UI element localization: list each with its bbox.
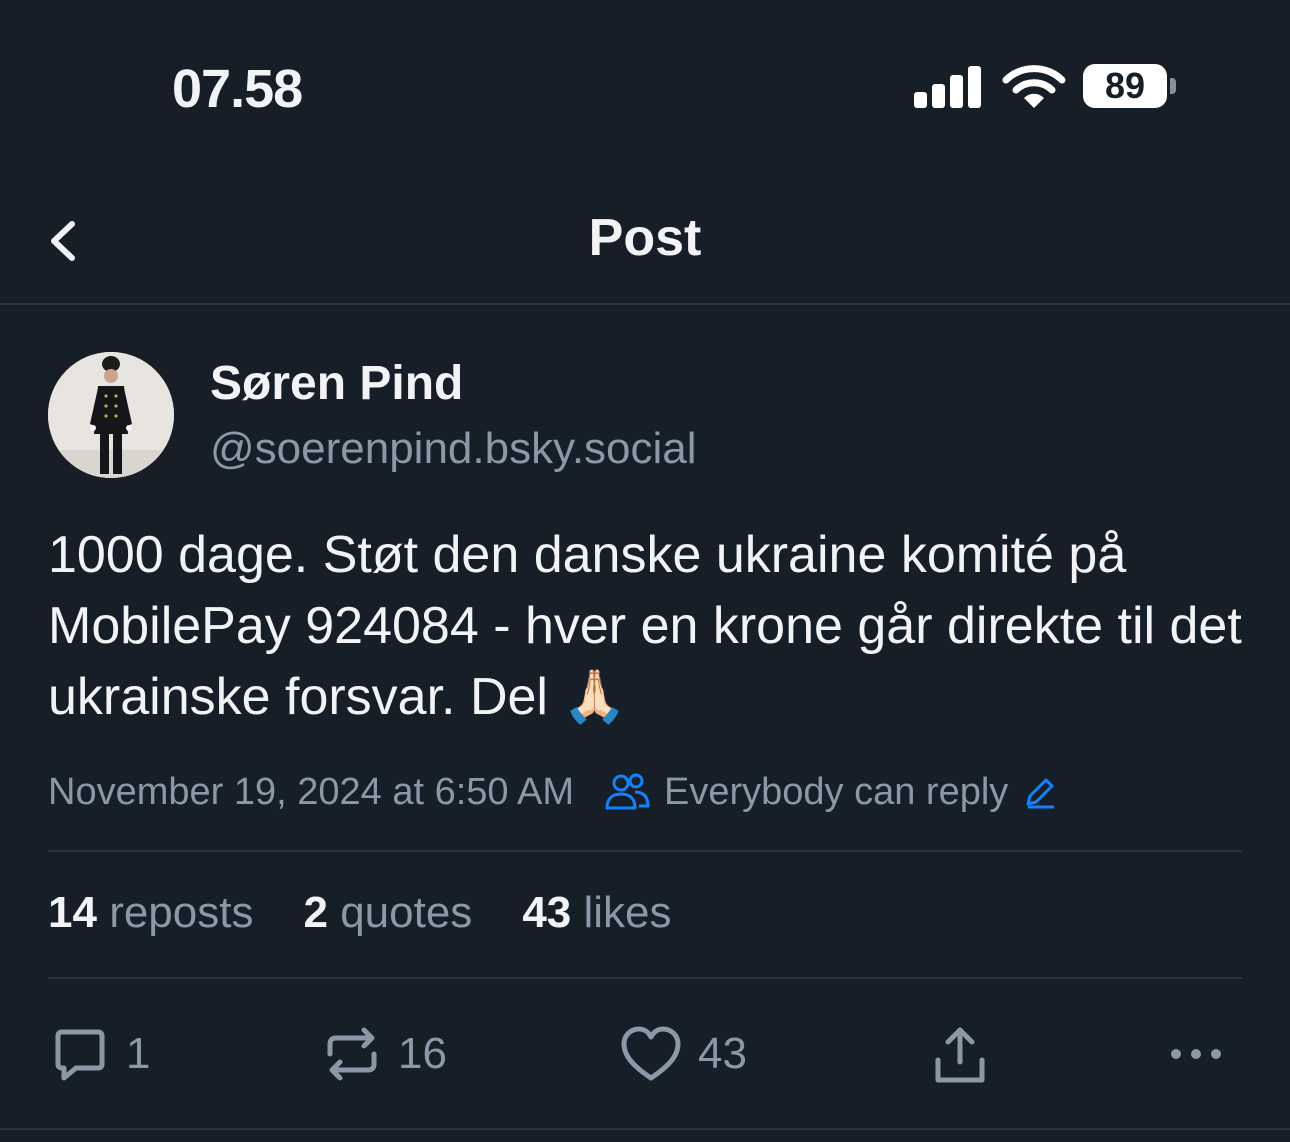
post-header: Post bbox=[0, 180, 1290, 305]
cellular-signal-icon bbox=[914, 66, 982, 108]
reply-button[interactable]: 1 bbox=[50, 1014, 150, 1094]
edit-pencil-icon[interactable] bbox=[1022, 774, 1058, 810]
reply-count: 1 bbox=[126, 1029, 151, 1078]
quotes-label: quotes bbox=[340, 888, 473, 937]
avatar[interactable] bbox=[48, 352, 174, 478]
quotes-stat[interactable]: 2 quotes bbox=[303, 888, 472, 938]
more-dots-icon bbox=[1171, 1049, 1221, 1059]
post-text: 1000 dage. Støt den danske ukraine komit… bbox=[48, 526, 1242, 726]
likes-label: likes bbox=[583, 888, 672, 937]
reposts-stat[interactable]: 14 reposts bbox=[48, 888, 253, 938]
wifi-icon bbox=[1002, 65, 1066, 108]
reply-bubble-icon bbox=[55, 1029, 105, 1081]
share-button[interactable] bbox=[928, 1014, 992, 1094]
post-meta: November 19, 2024 at 6:50 AM Everybody c… bbox=[48, 766, 1058, 818]
post-actions: 1 16 43 bbox=[0, 1014, 1290, 1094]
like-button[interactable]: 43 bbox=[620, 1014, 747, 1094]
status-bar: 07.58 89 bbox=[0, 0, 1290, 180]
repost-icon bbox=[327, 1027, 377, 1081]
author-name[interactable]: Søren Pind bbox=[210, 356, 463, 411]
repost-button[interactable]: 16 bbox=[322, 1014, 447, 1094]
post-stats: 14 reposts 2 quotes 43 likes bbox=[48, 888, 722, 938]
page-title: Post bbox=[588, 209, 702, 267]
heart-icon bbox=[621, 1026, 681, 1081]
battery-level: 89 bbox=[1104, 65, 1146, 106]
repost-count: 16 bbox=[398, 1029, 447, 1078]
reposts-count: 14 bbox=[48, 888, 97, 937]
divider bbox=[48, 850, 1242, 852]
author-handle[interactable]: @soerenpind.bsky.social bbox=[210, 424, 697, 474]
battery-indicator: 89 bbox=[1083, 64, 1167, 108]
likes-count: 43 bbox=[522, 888, 572, 937]
likes-stat[interactable]: 43 likes bbox=[522, 888, 671, 938]
more-options-button[interactable] bbox=[1166, 1014, 1226, 1094]
people-icon bbox=[605, 773, 650, 810]
quotes-count: 2 bbox=[303, 888, 328, 937]
like-count: 43 bbox=[698, 1029, 747, 1078]
status-time: 07.58 bbox=[172, 59, 303, 119]
reposts-label: reposts bbox=[109, 888, 254, 937]
divider bbox=[0, 1128, 1290, 1130]
divider bbox=[48, 977, 1242, 979]
battery-tip bbox=[1170, 78, 1176, 94]
share-icon bbox=[935, 1027, 985, 1083]
avatar-image bbox=[48, 352, 174, 478]
reply-setting[interactable]: Everybody can reply bbox=[664, 771, 1008, 814]
post-timestamp: November 19, 2024 at 6:50 AM bbox=[48, 770, 574, 813]
